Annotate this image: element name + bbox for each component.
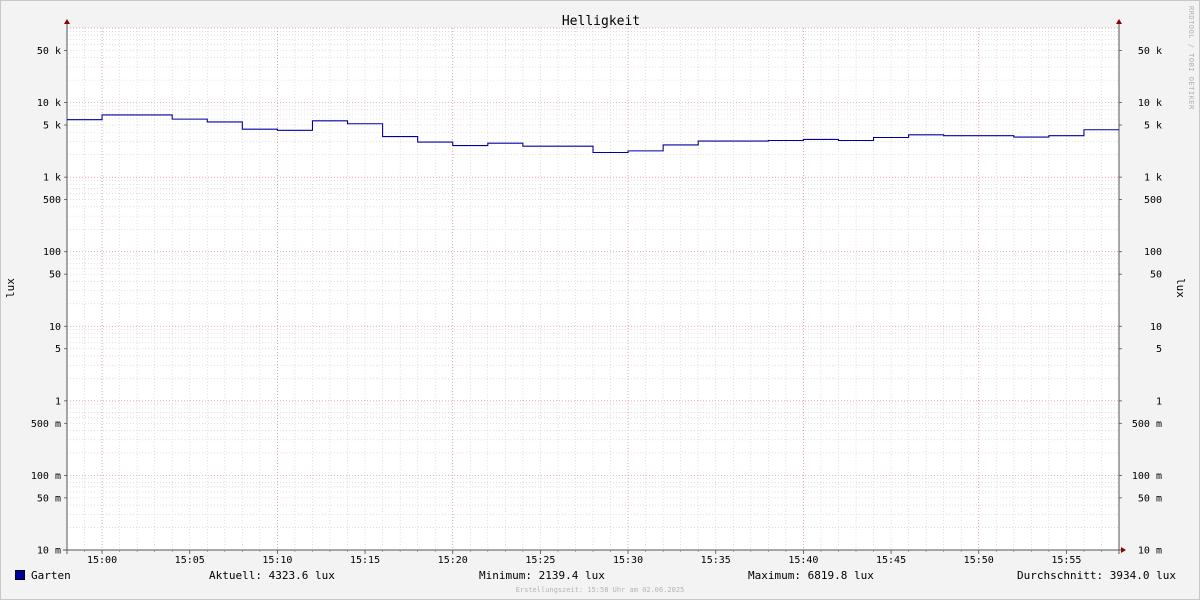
x-tick-label: 15:45 xyxy=(876,555,906,566)
y-axis-arrow-right xyxy=(1116,19,1122,24)
y-tick-label-left: 1 k xyxy=(43,173,61,184)
y-tick-label-left: 50 xyxy=(49,270,61,281)
x-tick-label: 15:35 xyxy=(701,555,731,566)
x-tick-label: 15:50 xyxy=(964,555,994,566)
y-tick-label-left: 100 xyxy=(43,247,61,258)
x-tick-label: 15:10 xyxy=(262,555,292,566)
y-tick-label-left: 500 xyxy=(43,195,61,206)
y-tick-label-right: 10 xyxy=(1150,322,1162,333)
legend-minimum: Minimum: 2139.4 lux xyxy=(479,569,605,582)
legend-maximum: Maximum: 6819.8 lux xyxy=(748,569,874,582)
y-tick-label-left: 1 xyxy=(55,396,61,407)
y-axis-label-right: lux xyxy=(1174,278,1187,298)
watermark: RRDTOOL / TOBI OETIKER xyxy=(1187,6,1195,110)
y-tick-label-left: 10 k xyxy=(37,98,61,109)
y-axis-arrow-left xyxy=(64,19,70,24)
x-tick-label: 15:05 xyxy=(175,555,205,566)
x-tick-label: 15:15 xyxy=(350,555,380,566)
y-tick-label-right: 50 xyxy=(1150,270,1162,281)
legend: Garten Aktuell: 4323.6 lux Minimum: 2139… xyxy=(1,569,1199,585)
x-tick-label: 15:25 xyxy=(525,555,555,566)
chart-title: Helligkeit xyxy=(562,14,640,29)
y-tick-label-right: 5 k xyxy=(1144,121,1162,132)
y-tick-label-right: 500 m xyxy=(1132,419,1162,430)
legend-swatch-garten xyxy=(15,570,25,580)
chart-svg: 50 k 50 k 10 k 10 k 5 k 5 k 1 k 1 k 500 500 100 100… xyxy=(4,6,1195,566)
y-tick-label-right: 1 k xyxy=(1144,173,1162,184)
y-tick-label-right: 100 xyxy=(1144,247,1162,258)
y-tick-label-left: 50 k xyxy=(37,46,61,57)
y-tick-label-left: 5 k xyxy=(43,121,61,132)
x-tick-label: 15:30 xyxy=(613,555,643,566)
y-tick-label-left: 100 m xyxy=(31,471,61,482)
y-tick-label-left: 50 m xyxy=(37,493,61,504)
y-tick-label-left: 10 m xyxy=(37,546,61,557)
x-tick-label: 15:55 xyxy=(1051,555,1081,566)
y-tick-label-left: 10 xyxy=(49,322,61,333)
legend-series-name: Garten xyxy=(31,569,71,582)
y-tick-label-left: 5 xyxy=(55,344,61,355)
y-tick-label-right: 5 xyxy=(1156,344,1162,355)
y-tick-label-right: 1 xyxy=(1156,396,1162,407)
y-tick-label-left: 500 m xyxy=(31,419,61,430)
chart-frame: 50 k 50 k 10 k 10 k 5 k 5 k 1 k 1 k 500 500 100 100… xyxy=(0,0,1200,600)
y-axis-label-left: lux xyxy=(4,278,17,298)
x-tick-label: 15:40 xyxy=(788,555,818,566)
legend-aktuell: Aktuell: 4323.6 lux xyxy=(209,569,335,582)
y-tick-label-right: 50 k xyxy=(1138,46,1162,57)
y-tick-label-right: 10 k xyxy=(1138,98,1162,109)
x-tick-label: 15:00 xyxy=(87,555,117,566)
x-tick-label: 15:20 xyxy=(438,555,468,566)
y-tick-label-right: 50 m xyxy=(1138,493,1162,504)
footer-timestamp: Erstellungszeit: 15:58 Uhr am 02.06.2025 xyxy=(515,586,685,594)
y-tick-label-right: 10 m xyxy=(1138,546,1162,557)
y-tick-label-right: 500 xyxy=(1144,195,1162,206)
legend-durchschnitt: Durchschnitt: 3934.0 lux xyxy=(1017,569,1176,582)
y-tick-label-right: 100 m xyxy=(1132,471,1162,482)
